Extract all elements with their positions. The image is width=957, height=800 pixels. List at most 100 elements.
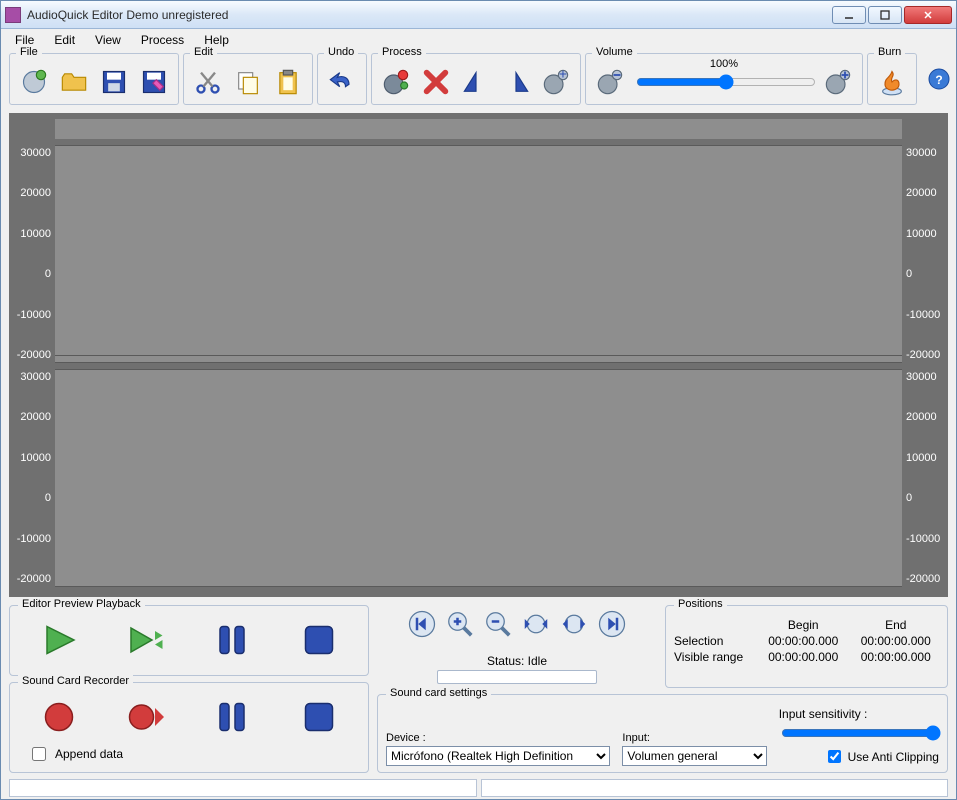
device-label: Device :	[386, 732, 610, 744]
volume-value-label: 100%	[710, 58, 738, 70]
fade-out-button[interactable]	[498, 64, 534, 100]
save-button[interactable]	[96, 64, 132, 100]
toolbar-file-legend: File	[16, 46, 42, 58]
fade-out-icon	[502, 68, 530, 96]
waveform-channel-1[interactable]: 30000 20000 10000 0 -10000 -20000 30000 …	[9, 145, 948, 363]
record-button[interactable]	[41, 699, 77, 738]
pos-begin-hdr: Begin	[760, 618, 847, 632]
cut-button[interactable]	[190, 64, 226, 100]
tick: 30000	[902, 147, 948, 159]
menu-view[interactable]: View	[85, 31, 131, 49]
tick: 10000	[9, 452, 55, 464]
zoom-in-button[interactable]	[445, 609, 475, 642]
menu-edit[interactable]: Edit	[44, 31, 85, 49]
undo-arrow-icon	[328, 68, 356, 96]
minimize-button[interactable]	[832, 6, 866, 24]
tick: 20000	[9, 411, 55, 423]
append-data-checkbox[interactable]	[32, 747, 46, 761]
tick: -20000	[902, 349, 948, 361]
gear-dot-icon	[382, 68, 410, 96]
copy-button[interactable]	[230, 64, 266, 100]
playback-legend: Editor Preview Playback	[18, 598, 145, 610]
tick: 10000	[902, 452, 948, 464]
waveform-channel-2[interactable]: 30000 20000 10000 0 -10000 -20000 30000 …	[9, 369, 948, 587]
toolbar-process-legend: Process	[378, 46, 426, 58]
record-pause-button[interactable]	[214, 699, 250, 738]
open-file-button[interactable]	[56, 64, 92, 100]
time-ruler[interactable]	[55, 587, 902, 597]
zoom-controls	[377, 605, 657, 646]
toolbar-volume-group: Volume 100%	[585, 53, 863, 105]
record-stop-button[interactable]	[301, 699, 337, 738]
anti-clipping-checkbox[interactable]	[828, 750, 841, 763]
undo-button[interactable]	[324, 64, 360, 100]
positions-panel: Positions Begin End Selection 00:00:00.0…	[665, 605, 948, 688]
anti-clipping-label: Use Anti Clipping	[848, 750, 939, 764]
zoom-sel-icon	[521, 609, 551, 639]
input-select[interactable]: Volumen general	[622, 746, 766, 766]
status-cell-2	[481, 779, 949, 797]
tick: -10000	[9, 533, 55, 545]
waveform-overview[interactable]	[55, 119, 902, 139]
bottom-panels: Editor Preview Playback Sound Card Recor…	[1, 601, 956, 777]
zoom-selection-button[interactable]	[521, 609, 551, 642]
tick: 0	[9, 492, 55, 504]
tick: 20000	[902, 187, 948, 199]
pos-vis-end: 00:00:00.000	[853, 650, 940, 664]
toolbar-undo-group: Undo	[317, 53, 367, 105]
zoom-fit-icon	[559, 609, 589, 639]
pos-vis-begin: 00:00:00.000	[760, 650, 847, 664]
delete-button[interactable]	[418, 64, 454, 100]
window-title: AudioQuick Editor Demo unregistered	[27, 8, 832, 22]
paste-button[interactable]	[270, 64, 306, 100]
tick: -10000	[902, 309, 948, 321]
play-loop-button[interactable]	[128, 622, 164, 661]
zoom-skip-fwd-button[interactable]	[597, 609, 627, 642]
device-select[interactable]: Micrófono (Realtek High Definition	[386, 746, 610, 766]
help-button[interactable]: ?	[921, 53, 957, 105]
zoom-in-icon	[445, 609, 475, 639]
pause-icon	[214, 622, 250, 658]
zoom-out-button[interactable]	[483, 609, 513, 642]
volume-down-button[interactable]	[592, 64, 628, 100]
tick: -20000	[902, 573, 948, 585]
burn-button[interactable]	[874, 64, 910, 100]
record-play-button[interactable]	[128, 699, 164, 738]
amplify-button[interactable]: +	[538, 64, 574, 100]
toolbar-process-group: Process +	[371, 53, 581, 105]
tick: -10000	[9, 309, 55, 321]
record-play-icon	[128, 699, 164, 735]
zoom-skip-back-button[interactable]	[407, 609, 437, 642]
waveform-display[interactable]: 30000 20000 10000 0 -10000 -20000 30000 …	[9, 113, 948, 597]
append-data-label: Append data	[55, 747, 123, 761]
toolbar-undo-legend: Undo	[324, 46, 358, 58]
effect-button[interactable]	[378, 64, 414, 100]
tick: 0	[9, 268, 55, 280]
volume-up-button[interactable]	[820, 64, 856, 100]
axis-right-2: 30000 20000 10000 0 -10000 -20000	[902, 369, 948, 587]
play-button[interactable]	[41, 622, 77, 661]
playback-panel: Editor Preview Playback	[9, 605, 369, 676]
volume-plus-icon	[824, 68, 852, 96]
axis-left-1: 30000 20000 10000 0 -10000 -20000	[9, 145, 55, 363]
scissors-icon	[194, 68, 222, 96]
fade-in-button[interactable]	[458, 64, 494, 100]
maximize-button[interactable]	[868, 6, 902, 24]
tick: 0	[902, 268, 948, 280]
volume-slider[interactable]	[636, 74, 816, 90]
svg-text:?: ?	[935, 73, 942, 87]
status-progress	[437, 670, 597, 684]
close-button[interactable]	[904, 6, 952, 24]
stop-button[interactable]	[301, 622, 337, 661]
menu-process[interactable]: Process	[131, 31, 194, 49]
zoom-fit-button[interactable]	[559, 609, 589, 642]
new-file-button[interactable]	[16, 64, 52, 100]
save-as-button[interactable]	[136, 64, 172, 100]
record-icon	[41, 699, 77, 735]
pause-button[interactable]	[214, 622, 250, 661]
input-label: Input:	[622, 732, 766, 744]
sensitivity-slider[interactable]	[781, 725, 941, 741]
svg-text:+: +	[559, 68, 567, 82]
tick: 20000	[9, 187, 55, 199]
pos-sel-begin: 00:00:00.000	[760, 634, 847, 648]
